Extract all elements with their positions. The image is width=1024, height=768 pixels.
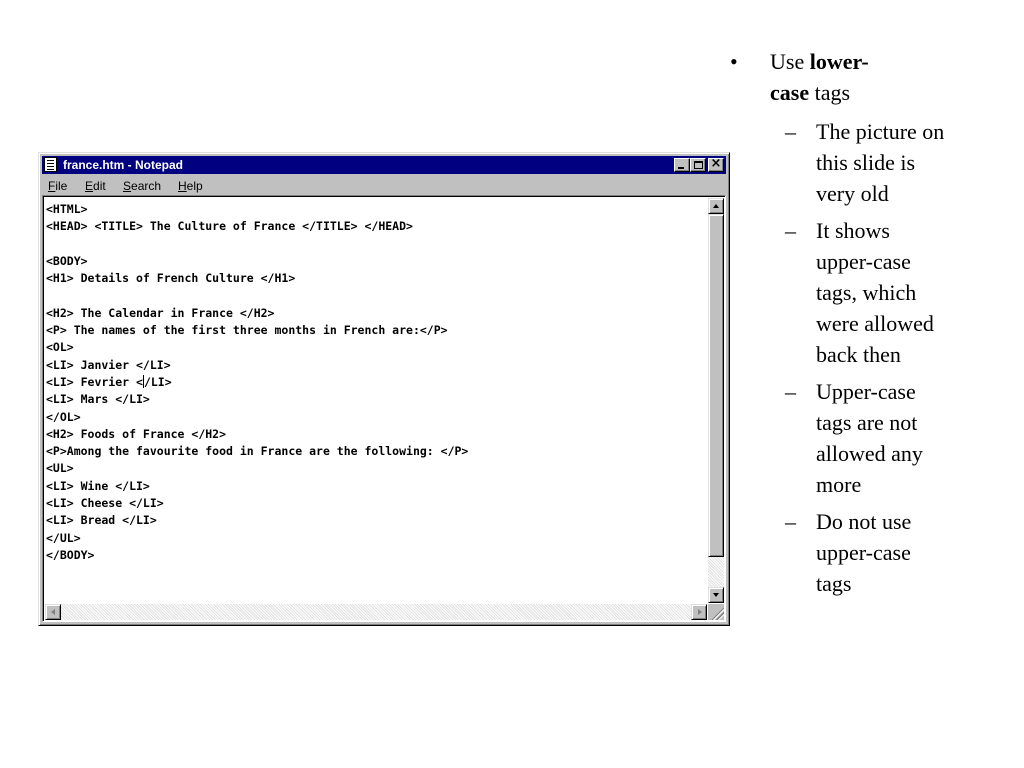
bullet-item: • Use lower-case tags	[730, 46, 880, 108]
sub-bullet-item: – It shows upper-case tags, which were al…	[730, 215, 946, 370]
dash-mark: –	[785, 509, 796, 534]
scroll-up-button[interactable]	[708, 198, 724, 214]
menu-search[interactable]: Search	[123, 179, 161, 193]
dash-mark: –	[785, 379, 796, 404]
text-line: <BODY>	[46, 253, 88, 268]
text-line: <HEAD> <TITLE> The Culture of France </T…	[46, 219, 413, 234]
scroll-down-button[interactable]	[708, 587, 724, 603]
scroll-right-button[interactable]	[691, 604, 707, 620]
vertical-scroll-thumb[interactable]	[708, 214, 724, 557]
maximize-icon	[694, 161, 703, 169]
arrow-down-icon	[713, 593, 719, 597]
maximize-button[interactable]	[690, 158, 706, 172]
window-controls: ×	[674, 156, 724, 172]
arrow-left-icon	[51, 609, 55, 615]
menu-help[interactable]: Help	[178, 179, 203, 193]
editor-pane[interactable]: <HTML> <HEAD> <TITLE> The Culture of Fran…	[42, 195, 726, 622]
sub-bullet-item: – Do not use upper-case tags	[730, 506, 946, 599]
notepad-window[interactable]: france.htm - Notepad × File Edit Search …	[38, 152, 730, 626]
text-line: <LI> Wine </LI>	[46, 478, 150, 493]
text-line: </UL>	[46, 530, 81, 545]
close-button[interactable]: ×	[708, 156, 724, 172]
text-line: <LI> Janvier </LI>	[46, 357, 171, 372]
slide-bullets: • Use lower-case tags – The picture on thi…	[730, 46, 1010, 605]
text-line	[46, 236, 705, 253]
window-title: france.htm - Notepad	[63, 158, 184, 172]
text-line: </OL>	[46, 409, 81, 424]
text-line: <UL>	[46, 461, 74, 476]
text-line: <H1> Details of French Culture </H1>	[46, 271, 296, 286]
scroll-left-button[interactable]	[45, 604, 61, 620]
bullet-mark: •	[730, 49, 738, 74]
notepad-icon[interactable]	[44, 157, 57, 172]
resize-grip-icon[interactable]	[708, 604, 724, 620]
text-line: <LI> Cheese </LI>	[46, 496, 164, 511]
text-line: <P> The names of the first three months …	[46, 323, 448, 338]
menu-file[interactable]: File	[48, 179, 67, 193]
title-bar[interactable]: france.htm - Notepad ×	[42, 156, 726, 174]
sub-bullet-item: – Upper-case tags are not allowed any mor…	[730, 376, 946, 500]
sub-bullet-list: – The picture on this slide is very old –…	[730, 116, 1010, 599]
text-line: <HTML>	[46, 202, 88, 216]
close-icon: ×	[710, 156, 722, 171]
minimize-button[interactable]	[674, 158, 690, 172]
text-line: <LI> Fevrier </LI>	[46, 374, 172, 389]
text-line: <LI> Mars </LI>	[46, 392, 150, 407]
horizontal-scrollbar[interactable]	[45, 604, 707, 620]
arrow-right-icon	[698, 609, 702, 615]
text-line: <H2> Foods of France </H2>	[46, 426, 227, 441]
minimize-icon	[678, 167, 684, 169]
menu-edit[interactable]: Edit	[85, 179, 106, 193]
text-line: </BODY>	[46, 547, 95, 562]
text-line: <P>Among the favourite food in France ar…	[46, 444, 469, 459]
vertical-scrollbar[interactable]	[708, 198, 724, 603]
dash-mark: –	[785, 119, 796, 144]
arrow-up-icon	[713, 204, 719, 208]
text-caret	[142, 374, 144, 388]
text-line	[46, 287, 705, 304]
dash-mark: –	[785, 218, 796, 243]
sub-bullet-item: – The picture on this slide is very old	[730, 116, 946, 209]
text-line: <OL>	[46, 340, 74, 355]
text-line: <H2> The Calendar in France </H2>	[46, 305, 275, 320]
text-line: <LI> Bread </LI>	[46, 513, 157, 528]
menu-bar: File Edit Search Help	[42, 175, 726, 195]
text-area[interactable]: <HTML> <HEAD> <TITLE> The Culture of Fran…	[46, 201, 705, 601]
